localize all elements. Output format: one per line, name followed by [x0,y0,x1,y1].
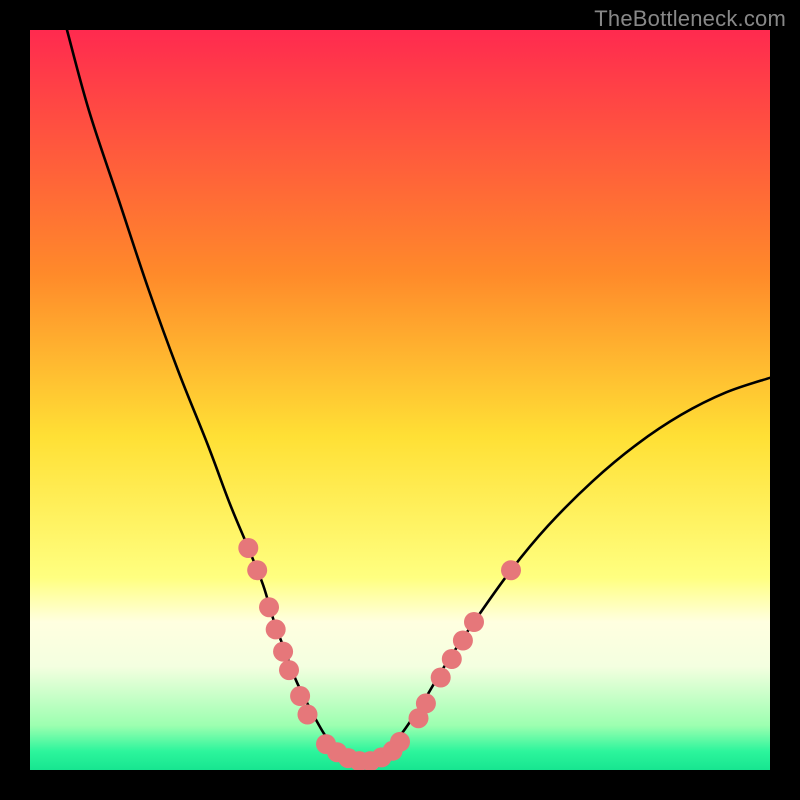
chart-svg [30,30,770,770]
highlight-dot [442,649,462,669]
watermark-text: TheBottleneck.com [594,6,786,32]
highlight-dot [298,705,318,725]
gradient-background [30,30,770,770]
highlight-dot [416,693,436,713]
highlight-dot [390,732,410,752]
highlight-dot [453,631,473,651]
highlight-dot [290,686,310,706]
highlight-dot [238,538,258,558]
highlight-dot [501,560,521,580]
highlight-dot [464,612,484,632]
chart-frame: TheBottleneck.com [0,0,800,800]
chart-plot-area [30,30,770,770]
highlight-dot [273,642,293,662]
highlight-dot [279,660,299,680]
highlight-dot [259,597,279,617]
highlight-dot [247,560,267,580]
highlight-dot [266,619,286,639]
highlight-dot [431,668,451,688]
